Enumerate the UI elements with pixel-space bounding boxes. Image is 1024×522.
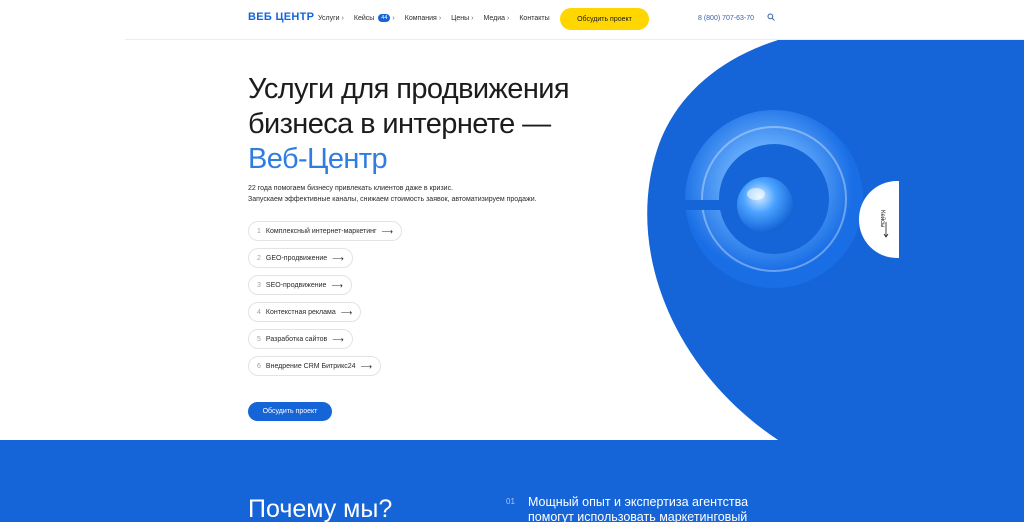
hero-title-accent: Веб-Центр (248, 143, 388, 175)
service-label: SEO-продвижение (265, 281, 327, 289)
nav-item-contacts[interactable]: Контакты (519, 14, 549, 22)
site-header: ВЕБ ЦЕНТР Услуги › Кейсы 44 › Компания ›… (0, 0, 1024, 40)
service-link-web-dev[interactable]: 5 Разработка сайтов ⟶ (248, 329, 353, 349)
service-link-complex-marketing[interactable]: 1 Комплексный интернет-маркетинг ⟶ (248, 221, 403, 241)
nav-item-label: Медиа (483, 14, 506, 22)
chevron-right-icon: › (392, 14, 395, 22)
discuss-project-button-header[interactable]: Обсудить проект (560, 8, 649, 30)
phone-link[interactable]: 8 (800) 707-63-70 (698, 15, 754, 22)
hero-title-line1: Услуги для продвижения (248, 73, 570, 105)
service-number: 4 (257, 308, 261, 316)
why-item-number: 01 (506, 497, 515, 506)
service-link-seo[interactable]: 3 SEO-продвижение ⟶ (248, 275, 352, 295)
hero-subtitle-line1: 22 года помогаем бизнесу привлекать клие… (248, 185, 454, 192)
nav-item-prices[interactable]: Цены › (451, 14, 473, 22)
nav-item-label: Кейсы (353, 14, 375, 22)
nav-item-media[interactable]: Медиа › (483, 14, 509, 22)
logo[interactable]: ВЕБ ЦЕНТР (248, 11, 314, 23)
logo-text: ВЕБ ЦЕНТР (248, 11, 315, 23)
service-link-geo[interactable]: 2 GEO-продвижение ⟶ (248, 248, 353, 268)
service-label: Внедрение CRM Битрикс24 (265, 362, 356, 370)
chevron-right-icon: › (471, 14, 474, 22)
nav-item-cases[interactable]: Кейсы 44 › (354, 14, 395, 22)
chevron-right-icon: › (507, 14, 510, 22)
service-number: 3 (257, 281, 261, 289)
nav-item-label: Компания (404, 14, 437, 22)
arrow-right-icon: ⟶ (360, 361, 372, 371)
nav-item-label: Контакты (519, 14, 550, 22)
arrow-down-icon (883, 222, 889, 238)
why-us-section (0, 440, 1024, 522)
service-number: 5 (257, 335, 261, 343)
cases-count-badge: 44 (378, 14, 391, 22)
main-nav: Услуги › Кейсы 44 › Компания › Цены › Ме… (318, 14, 550, 22)
discuss-project-button-hero[interactable]: Обсудить проект (248, 402, 332, 421)
nav-item-services[interactable]: Услуги › (318, 14, 344, 22)
nav-item-label: Услуги (318, 14, 340, 22)
service-number: 6 (257, 362, 261, 370)
arrow-right-icon: ⟶ (381, 226, 394, 236)
service-number: 1 (257, 227, 261, 235)
service-label: Разработка сайтов (265, 335, 328, 343)
why-us-title: Почему мы? (248, 495, 393, 522)
chevron-right-icon: › (438, 14, 442, 22)
nav-item-label: Цены (451, 14, 470, 22)
service-label: Контекстная реклама (265, 308, 336, 316)
arrow-right-icon: ⟶ (331, 280, 343, 290)
hero-title: Услуги для продвижения бизнеса в интерне… (248, 72, 628, 177)
hero-subtitle-line2: Запускаем эффективные каналы, снижаем ст… (248, 196, 537, 203)
hero-blue-shape (647, 40, 1024, 440)
service-link-crm[interactable]: 6 Внедрение CRM Битрикс24 ⟶ (248, 356, 381, 376)
arrow-right-icon: ⟶ (332, 334, 344, 344)
service-label: Комплексный интернет-маркетинг (265, 227, 377, 235)
service-list: 1 Комплексный интернет-маркетинг ⟶ 2 GEO… (248, 221, 403, 376)
chevron-right-icon: › (341, 14, 344, 22)
nav-item-company[interactable]: Компания › (405, 14, 441, 22)
search-icon[interactable] (767, 13, 775, 21)
hero-title-line2: бизнеса в интернете — (248, 108, 551, 140)
service-link-context-ads[interactable]: 4 Контекстная реклама ⟶ (248, 302, 362, 322)
arrow-right-icon: ⟶ (340, 307, 353, 317)
arrow-right-icon: ⟶ (332, 253, 344, 263)
service-label: GEO-продвижение (265, 254, 328, 262)
hero-subtitle: 22 года помогаем бизнесу привлекать клие… (248, 183, 578, 205)
service-number: 2 (257, 254, 261, 262)
why-item-text: Мощный опыт и экспертиза агентства помог… (528, 495, 749, 522)
